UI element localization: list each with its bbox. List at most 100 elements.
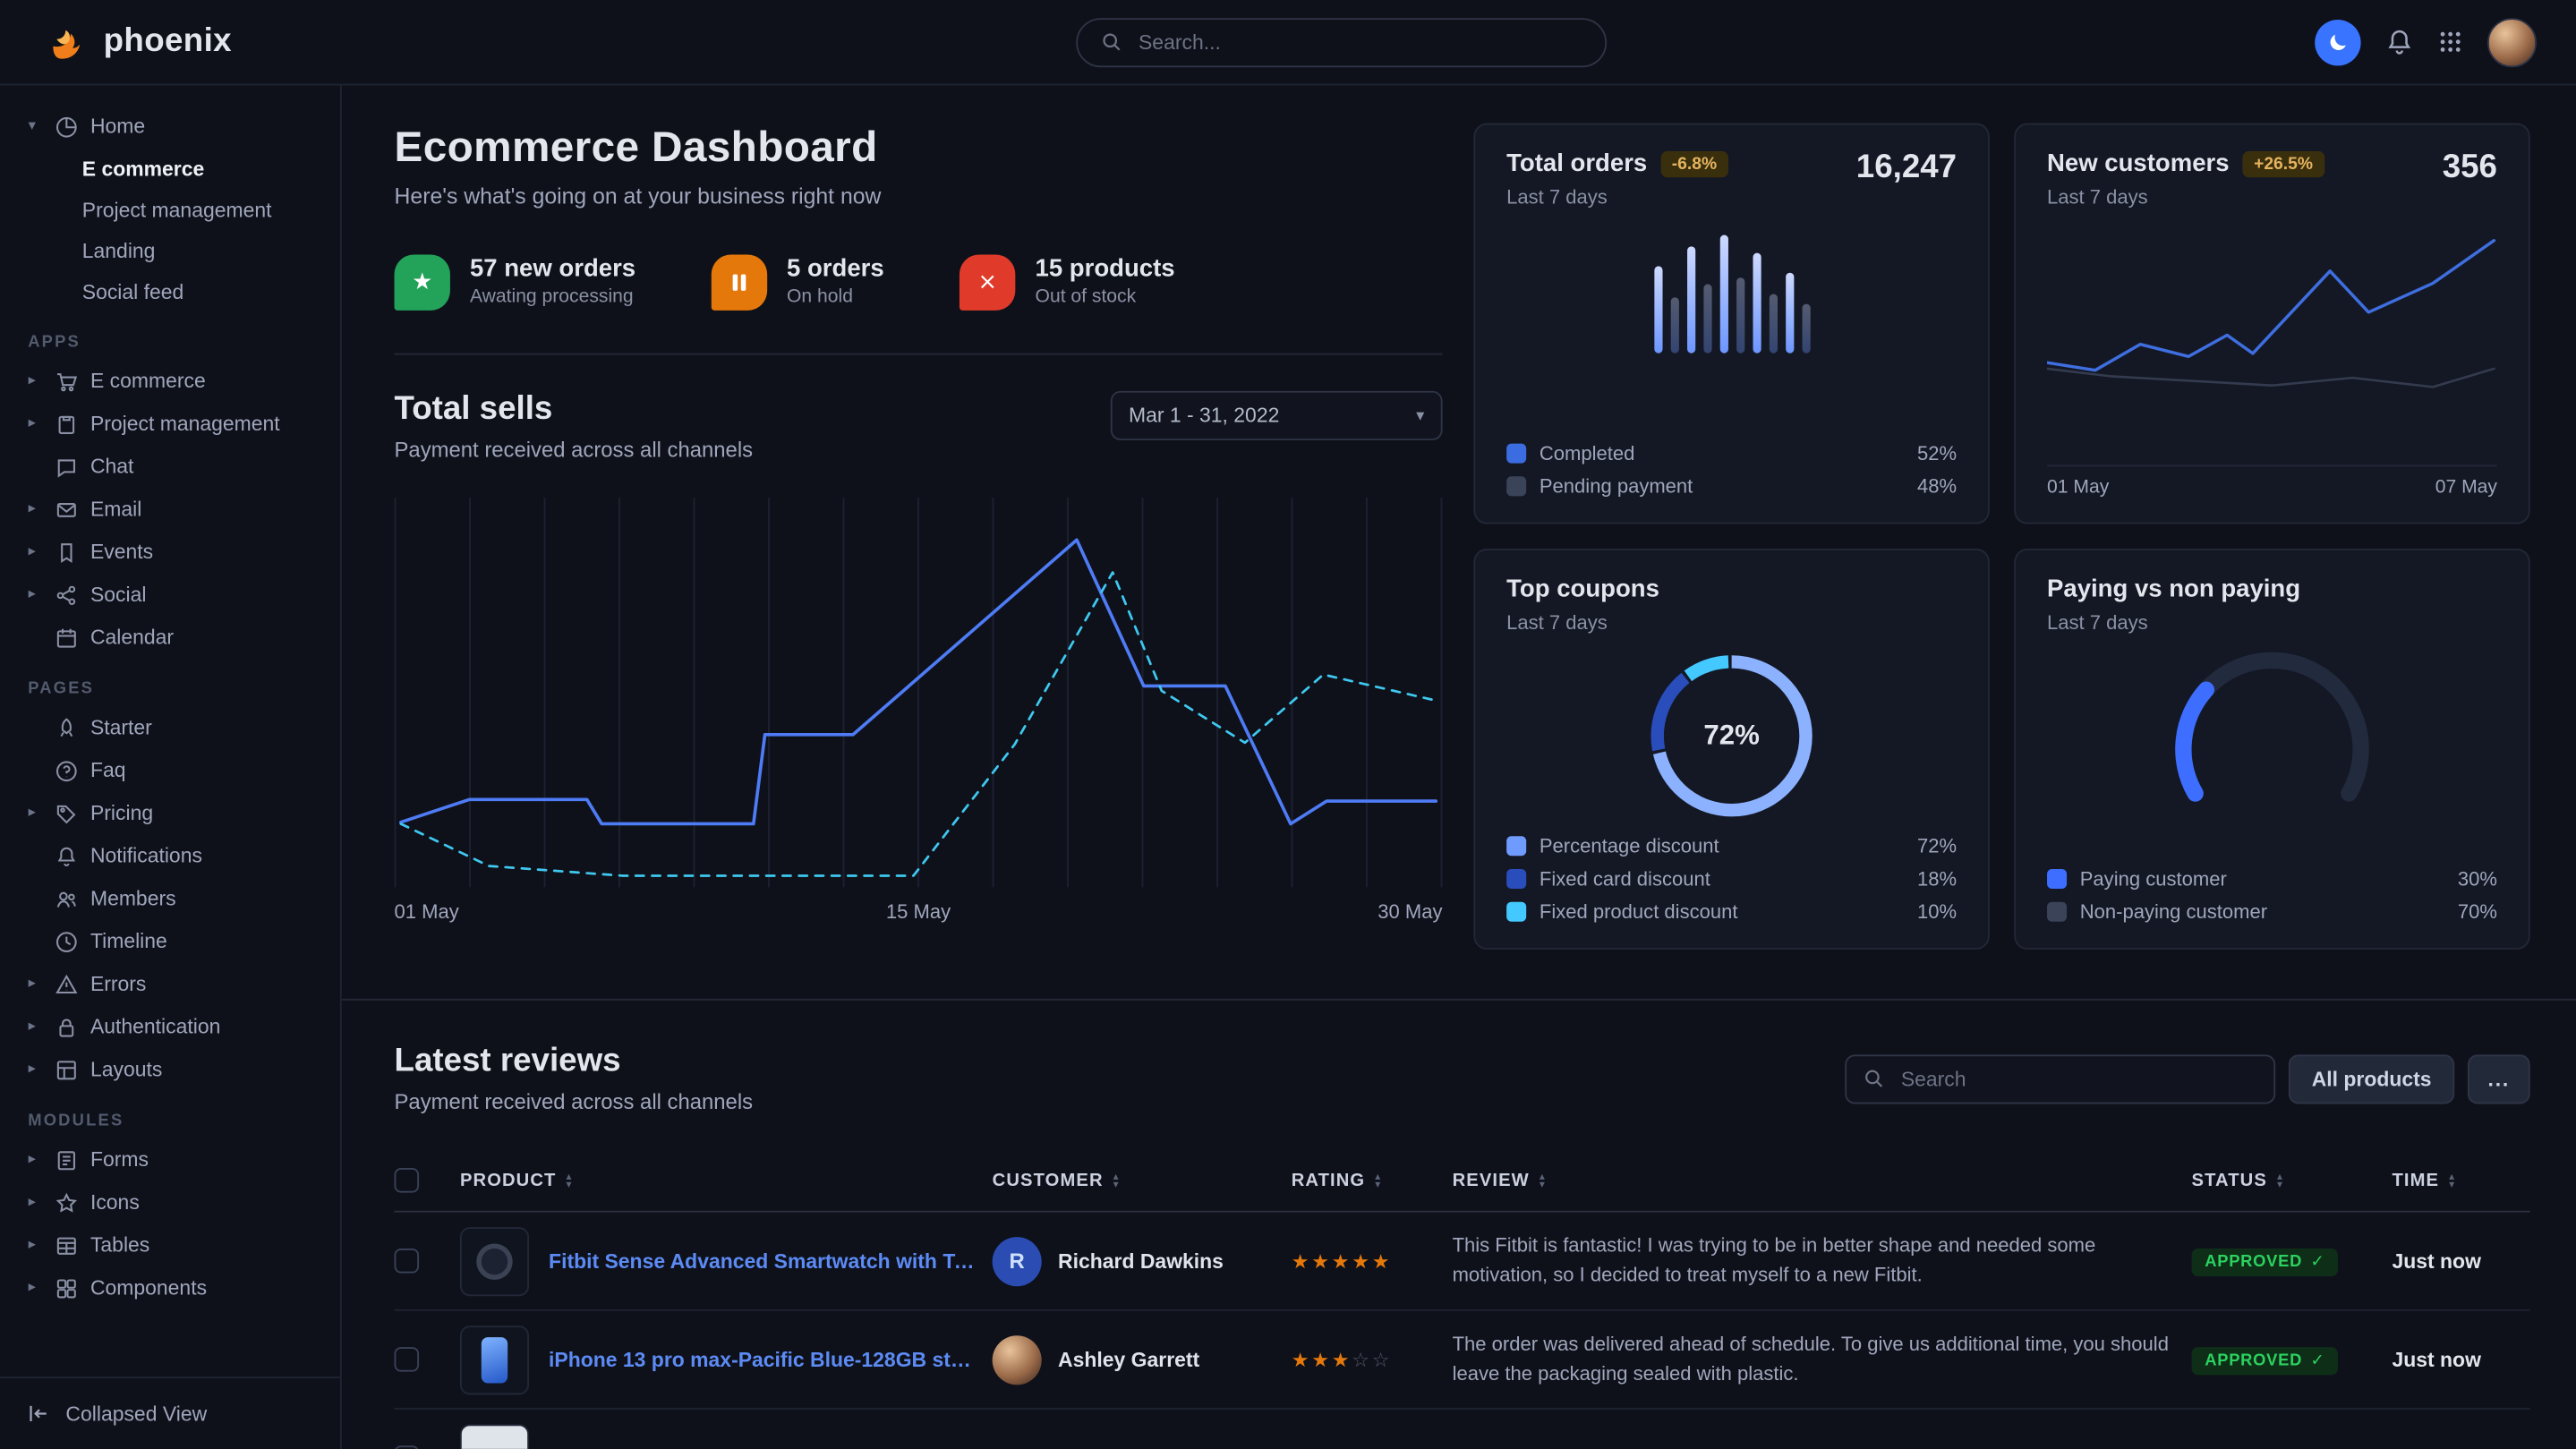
search-icon <box>1864 1068 1885 1089</box>
notifications-button[interactable] <box>2385 28 2413 55</box>
sidebar-item-email[interactable]: ▸ Email <box>23 488 324 531</box>
row-checkbox[interactable] <box>395 1445 420 1449</box>
brand[interactable]: phoenix <box>46 21 232 64</box>
sidebar-item-ecommerce[interactable]: ▸ E commerce <box>23 360 324 403</box>
sidebar-section-modules: MODULES <box>28 1112 323 1130</box>
sidebar-section-apps: APPS <box>28 334 323 352</box>
more-actions-button[interactable]: ... <box>2468 1053 2530 1103</box>
sidebar-item-label: Home <box>90 115 145 138</box>
sidebar-item-label: Email <box>90 498 141 521</box>
ecommerce-dashboard-app: phoenix <box>0 0 2576 1449</box>
card-title: Paying vs non paying <box>2047 575 2300 602</box>
sidebar-item-pricing[interactable]: ▸ Pricing <box>23 792 324 835</box>
phoenix-logo-icon <box>46 21 89 64</box>
check-icon: ✓ <box>2310 1253 2324 1271</box>
sidebar-item-landing[interactable]: Landing <box>23 230 324 271</box>
bell-icon <box>2385 28 2413 55</box>
legend-swatch <box>1506 444 1526 464</box>
quick-stats: ★ 57 new orders Awating processing 5 ord… <box>395 255 1443 311</box>
apps-menu-button[interactable] <box>2438 30 2463 55</box>
select-all-checkbox[interactable] <box>395 1168 420 1193</box>
user-avatar[interactable] <box>2487 17 2537 66</box>
collapse-label: Collapsed View <box>65 1402 207 1426</box>
theme-toggle[interactable] <box>2315 19 2360 64</box>
sidebar-item-forms[interactable]: ▸ Forms <box>23 1138 324 1181</box>
sidebar-item-chat[interactable]: Chat <box>23 445 324 488</box>
sidebar-item-project-management-dashboard[interactable]: Project management <box>23 189 324 230</box>
sidebar-item-icons[interactable]: ▸ Icons <box>23 1181 324 1224</box>
sidebar-item-ecommerce-dashboard[interactable]: E commerce <box>23 148 324 189</box>
sidebar-item-label: Events <box>90 541 153 564</box>
moon-icon <box>2326 30 2350 54</box>
reviews-table-header: PRODUCT▴▾ CUSTOMER▴▾ RATING▴▾ REVIEW▴▾ S… <box>395 1150 2530 1213</box>
close-bubble-icon: × <box>960 255 1015 311</box>
product-link[interactable]: iPhone 13 pro max-Pacific Blue-128GB sto… <box>549 1348 976 1371</box>
column-header-review[interactable]: REVIEW▴▾ <box>1453 1171 2176 1190</box>
stat-value: 57 new orders <box>470 255 635 283</box>
clipboard-icon <box>53 411 79 437</box>
all-products-button[interactable]: All products <box>2289 1053 2454 1103</box>
sidebar-item-label: Layouts <box>90 1058 162 1081</box>
search-input[interactable] <box>1135 29 1582 55</box>
column-header-time[interactable]: TIME▴▾ <box>2392 1171 2529 1190</box>
sidebar-item-timeline[interactable]: Timeline <box>23 920 324 963</box>
sidebar-item-faq[interactable]: Faq <box>23 749 324 792</box>
total-sells-chart <box>395 498 1443 887</box>
caret-right-icon: ▸ <box>23 805 41 821</box>
sidebar-item-events[interactable]: ▸ Events <box>23 531 324 574</box>
date-range-select[interactable]: Mar 1 - 31, 2022 ▾ <box>1111 391 1443 440</box>
reviews-search-input[interactable] <box>1898 1065 2257 1091</box>
stat-value: 15 products <box>1036 255 1175 283</box>
reviews-search[interactable] <box>1845 1053 2275 1103</box>
legend-fixed-card-discount: Fixed card discount 18% <box>1506 867 1957 891</box>
row-checkbox[interactable] <box>395 1347 420 1372</box>
reviews-subtitle: Payment received across all channels <box>395 1089 754 1114</box>
sidebar-item-project-management[interactable]: ▸ Project management <box>23 403 324 446</box>
sidebar-item-label: Chat <box>90 455 133 478</box>
sidebar-item-label: Tables <box>90 1233 149 1257</box>
global-search[interactable] <box>1076 17 1607 66</box>
stat-caption: Out of stock <box>1036 287 1175 307</box>
sidebar-item-authentication[interactable]: ▸ Authentication <box>23 1005 324 1048</box>
column-header-product[interactable]: PRODUCT▴▾ <box>460 1171 976 1190</box>
sidebar-item-layouts[interactable]: ▸ Layouts <box>23 1048 324 1091</box>
card-period: Last 7 days <box>1506 611 1659 635</box>
bell-icon <box>53 843 79 869</box>
sidebar-item-social-feed[interactable]: Social feed <box>23 271 324 312</box>
stat-caption: Awating processing <box>470 287 635 307</box>
share-icon <box>53 582 79 608</box>
sidebar-item-home[interactable]: ▾ Home <box>23 105 324 148</box>
product-link[interactable]: Fitbit Sense Advanced Smartwatch with To… <box>549 1249 976 1273</box>
sidebar-item-label: Icons <box>90 1191 140 1215</box>
sidebar-item-starter[interactable]: Starter <box>23 706 324 749</box>
caret-right-icon: ▸ <box>23 1152 41 1168</box>
sidebar-item-label: Notifications <box>90 844 202 867</box>
question-icon <box>53 757 79 783</box>
table-icon <box>53 1232 79 1258</box>
sidebar-item-components[interactable]: ▸ Components <box>23 1266 324 1309</box>
collapse-sidebar-button[interactable]: Collapsed View <box>0 1377 340 1449</box>
sidebar-item-social[interactable]: ▸ Social <box>23 574 324 617</box>
caret-right-icon: ▸ <box>23 1237 41 1253</box>
x-tick: 07 May <box>2435 478 2497 498</box>
sidebar-child-label: Social feed <box>82 280 184 303</box>
sidebar-item-label: Members <box>90 887 176 910</box>
check-icon: ✓ <box>2310 1352 2324 1370</box>
sidebar-item-errors[interactable]: ▸ Errors <box>23 963 324 1006</box>
sidebar-item-notifications[interactable]: Notifications <box>23 834 324 877</box>
sidebar-item-label: Starter <box>90 716 152 739</box>
column-header-rating[interactable]: RATING▴▾ <box>1292 1171 1437 1190</box>
pie-chart-icon <box>53 114 79 140</box>
caret-right-icon: ▸ <box>23 544 41 560</box>
sidebar-item-members[interactable]: Members <box>23 877 324 920</box>
sidebar-item-calendar[interactable]: Calendar <box>23 616 324 659</box>
sidebar-item-label: E commerce <box>90 370 206 393</box>
legend-swatch <box>1506 869 1526 889</box>
row-checkbox[interactable] <box>395 1249 420 1274</box>
column-header-customer[interactable]: CUSTOMER▴▾ <box>993 1171 1275 1190</box>
star-icon <box>53 1189 79 1215</box>
customer-name: Ashley Garrett <box>1058 1348 1199 1371</box>
column-header-status[interactable]: STATUS▴▾ <box>2192 1171 2376 1190</box>
card-title: New customers <box>2047 149 2230 177</box>
sidebar-item-tables[interactable]: ▸ Tables <box>23 1223 324 1266</box>
